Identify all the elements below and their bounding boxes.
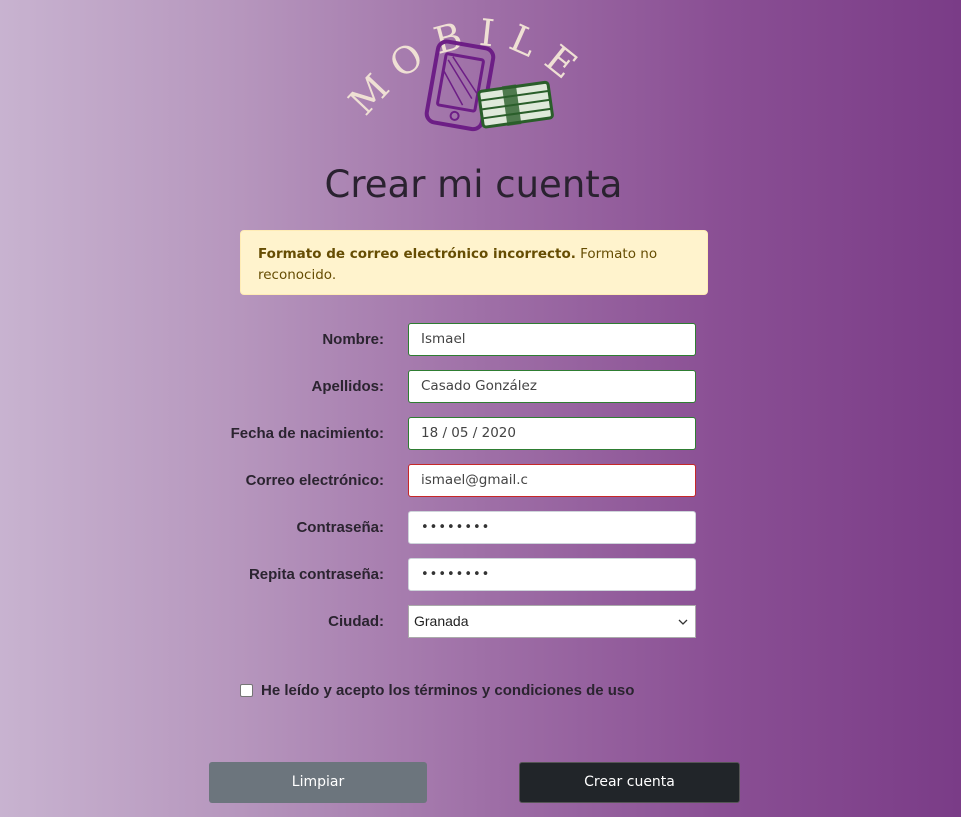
form-row-fecha: Fecha de nacimiento: 18 / 05 / 2020 <box>0 417 961 451</box>
form-row-repita: Repita contraseña: •••••••• <box>0 558 961 592</box>
form-row-ciudad: Ciudad: Granada <box>0 605 961 639</box>
nombre-input[interactable]: Ismael <box>408 323 696 356</box>
mobile-sell-logo: MOBILE SELL <box>319 0 610 140</box>
form-row-correo: Correo electrónico: ismael@gmail.c <box>0 464 961 498</box>
error-alert: Formato de correo electrónico incorrecto… <box>240 230 708 295</box>
repita-contrasena-label: Repita contraseña: <box>248 566 384 583</box>
ciudad-selected-value: Granada <box>414 613 469 629</box>
contrasena-label: Contraseña: <box>296 519 384 536</box>
form-row-nombre: Nombre: Ismael <box>0 323 961 357</box>
form-row-contrasena: Contraseña: •••••••• <box>0 511 961 545</box>
terms-label[interactable]: He leído y acepto los términos y condici… <box>261 682 634 700</box>
ciudad-label: Ciudad: <box>328 613 384 630</box>
limpiar-button[interactable]: Limpiar <box>209 762 427 803</box>
apellidos-label: Apellidos: <box>311 378 384 395</box>
apellidos-input[interactable]: Casado González <box>408 370 696 403</box>
ciudad-select[interactable]: Granada <box>408 605 696 638</box>
nombre-label: Nombre: <box>322 331 384 348</box>
fecha-nacimiento-input[interactable]: 18 / 05 / 2020 <box>408 417 696 450</box>
crear-cuenta-button[interactable]: Crear cuenta <box>519 762 740 803</box>
contrasena-input[interactable]: •••••••• <box>408 511 696 544</box>
correo-label: Correo electrónico: <box>245 472 384 489</box>
correo-input[interactable]: ismael@gmail.c <box>408 464 696 497</box>
page-title: Crear mi cuenta <box>324 163 623 206</box>
repita-contrasena-input[interactable]: •••••••• <box>408 558 696 591</box>
fecha-label: Fecha de nacimiento: <box>230 425 384 442</box>
chevron-down-icon <box>678 619 688 625</box>
terms-checkbox[interactable] <box>240 684 253 697</box>
form-row-apellidos: Apellidos: Casado González <box>0 370 961 404</box>
alert-title: Formato de correo electrónico incorrecto… <box>258 246 576 262</box>
